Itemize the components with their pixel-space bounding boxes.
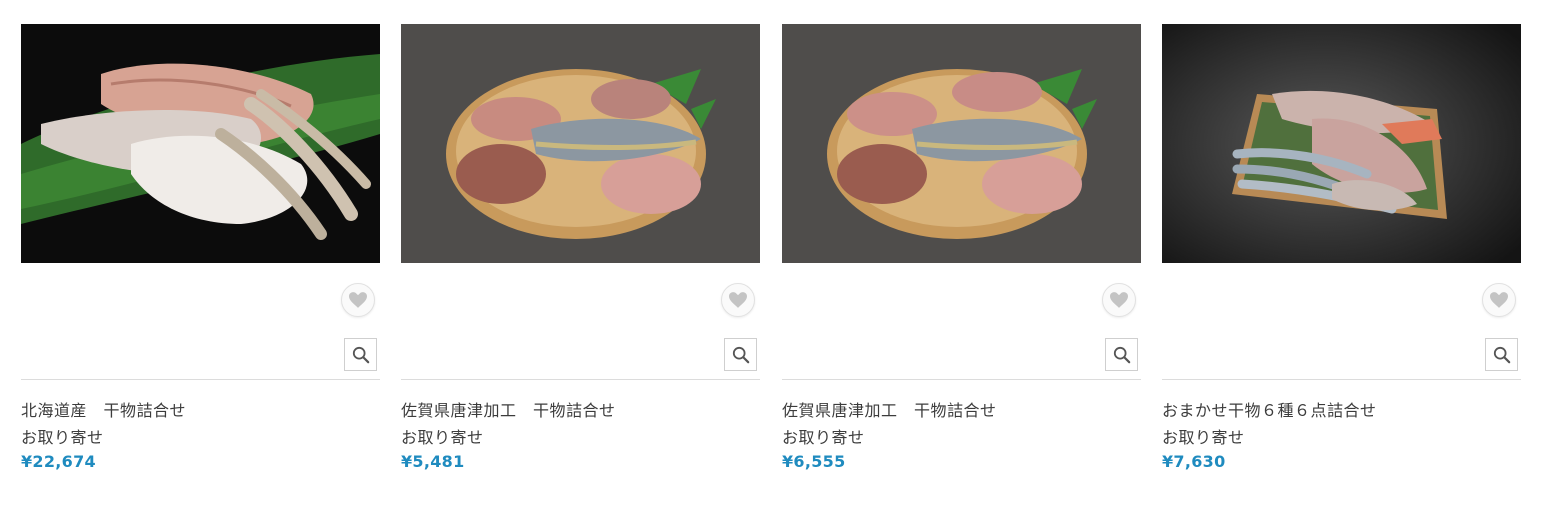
product-name-line2: お取り寄せ (21, 428, 104, 447)
product-name[interactable]: おまかせ干物６種６点詰合せ お取り寄せ (1162, 397, 1521, 451)
heart-icon (1490, 292, 1508, 308)
heart-icon (1110, 292, 1128, 308)
zoom-button[interactable] (344, 338, 377, 371)
product-image[interactable] (1162, 24, 1521, 263)
product-image[interactable] (401, 24, 760, 263)
product-card: おまかせ干物６種６点詰合せ お取り寄せ ¥7,630 (1162, 24, 1521, 484)
product-image[interactable] (782, 24, 1141, 263)
product-name-line1: 佐賀県唐津加工 干物詰合せ (782, 401, 997, 420)
product-name[interactable]: 佐賀県唐津加工 干物詰合せ お取り寄せ (782, 397, 1141, 451)
divider (21, 379, 380, 380)
product-name-line2: お取り寄せ (401, 428, 484, 447)
magnifier-icon (1113, 346, 1130, 363)
product-name-line1: 佐賀県唐津加工 干物詰合せ (401, 401, 616, 420)
product-price: ¥22,674 (21, 452, 96, 471)
zoom-button[interactable] (724, 338, 757, 371)
product-name-line2: お取り寄せ (1162, 428, 1245, 447)
divider (782, 379, 1141, 380)
favorite-button[interactable] (1482, 283, 1516, 317)
product-price: ¥5,481 (401, 452, 465, 471)
magnifier-icon (352, 346, 369, 363)
product-name[interactable]: 佐賀県唐津加工 干物詰合せ お取り寄せ (401, 397, 760, 451)
product-card: 北海道産 干物詰合せ お取り寄せ ¥22,674 (21, 24, 380, 484)
zoom-button[interactable] (1105, 338, 1138, 371)
favorite-button[interactable] (341, 283, 375, 317)
product-name[interactable]: 北海道産 干物詰合せ お取り寄せ (21, 397, 380, 451)
favorite-button[interactable] (721, 283, 755, 317)
divider (401, 379, 760, 380)
product-name-line1: 北海道産 干物詰合せ (21, 401, 187, 420)
favorite-button[interactable] (1102, 283, 1136, 317)
magnifier-icon (1493, 346, 1510, 363)
zoom-button[interactable] (1485, 338, 1518, 371)
product-name-line2: お取り寄せ (782, 428, 865, 447)
heart-icon (729, 292, 747, 308)
heart-icon (349, 292, 367, 308)
product-card: 佐賀県唐津加工 干物詰合せ お取り寄せ ¥5,481 (401, 24, 760, 484)
product-name-line1: おまかせ干物６種６点詰合せ (1162, 401, 1377, 420)
divider (1162, 379, 1521, 380)
product-image[interactable] (21, 24, 380, 263)
product-price: ¥7,630 (1162, 452, 1226, 471)
product-price: ¥6,555 (782, 452, 846, 471)
product-card: 佐賀県唐津加工 干物詰合せ お取り寄せ ¥6,555 (782, 24, 1141, 484)
magnifier-icon (732, 346, 749, 363)
